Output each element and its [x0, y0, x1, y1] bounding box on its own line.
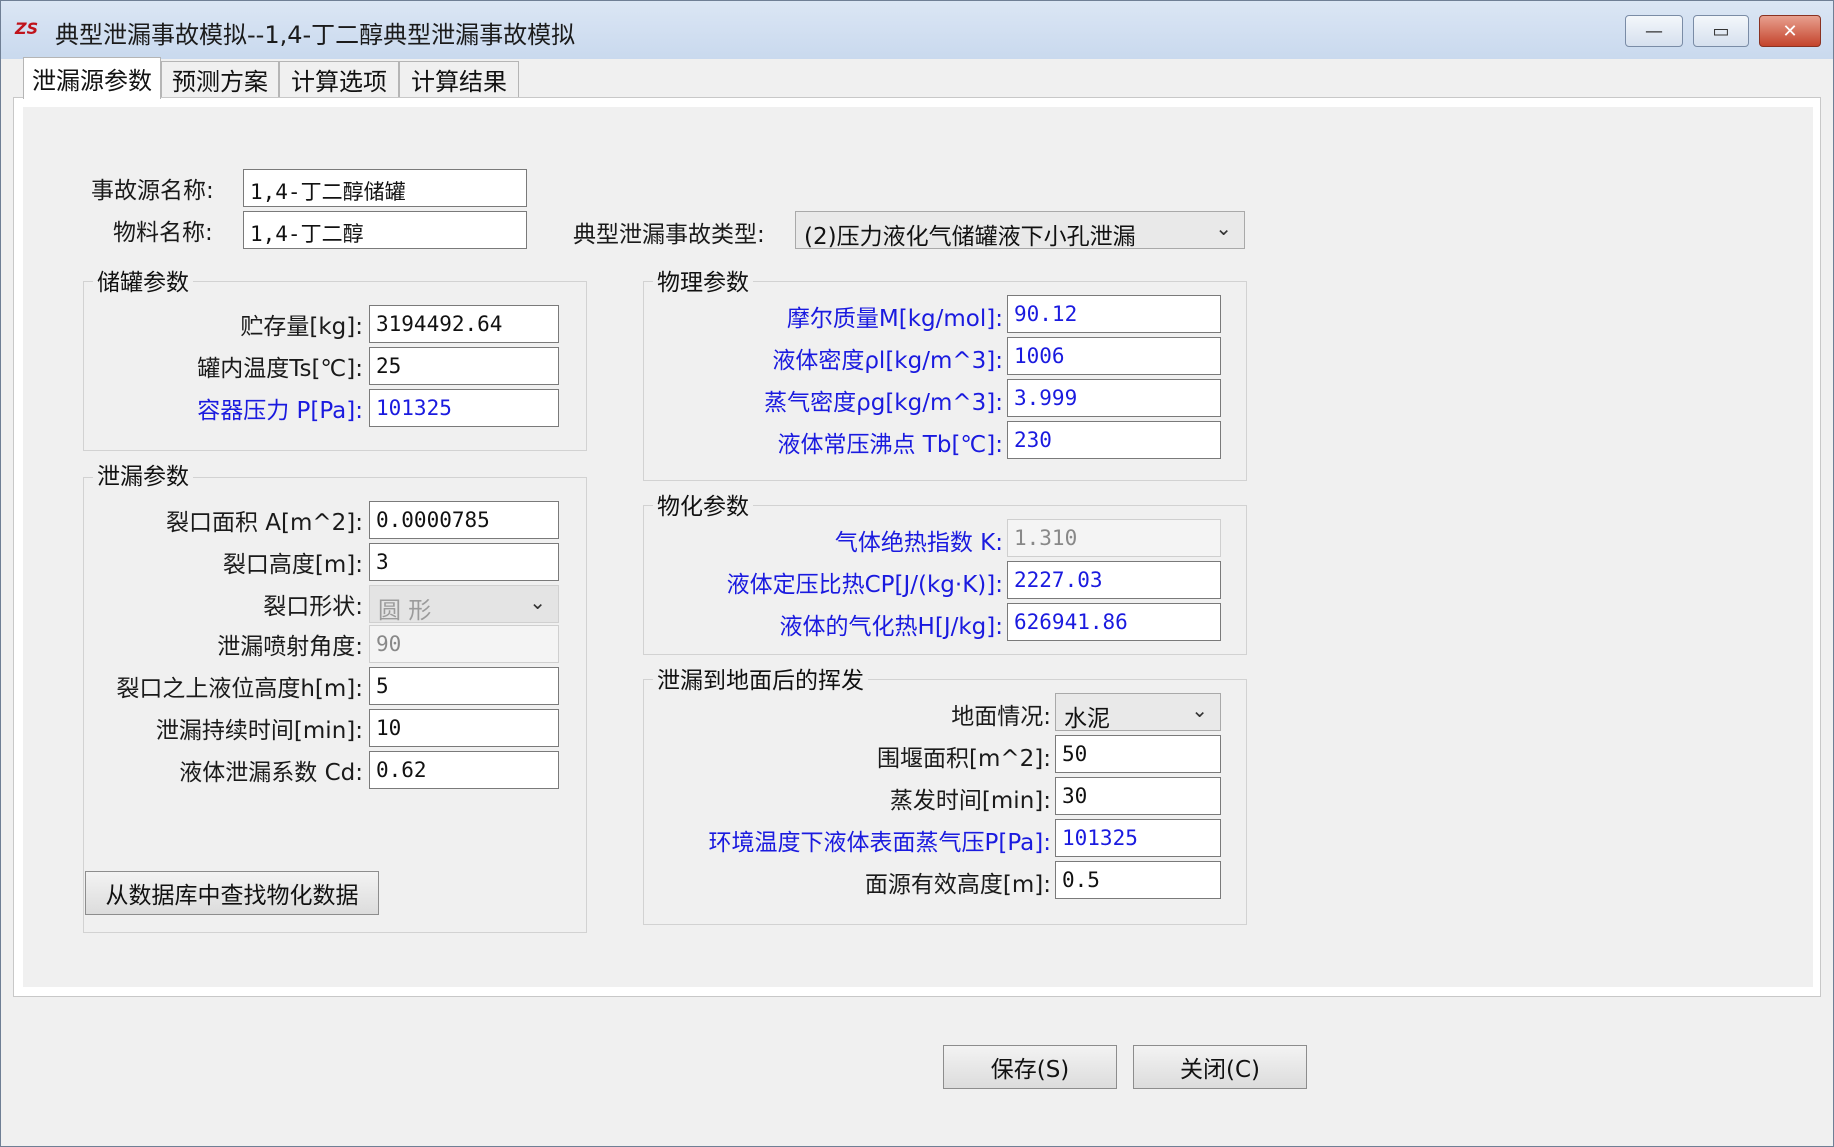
lookup-database-button[interactable]: 从数据库中查找物化数据 — [85, 871, 379, 915]
crack-area-input[interactable]: 0.0000785 — [369, 501, 559, 539]
vaporization-heat-label: 液体的气化热H[J/kg]: — [779, 614, 1003, 640]
specific-heat-input[interactable]: 2227.03 — [1007, 561, 1221, 599]
ground-condition-select[interactable]: 水泥 ⌄ — [1055, 693, 1221, 732]
close-icon: ✕ — [1782, 20, 1798, 42]
vaporization-heat-input[interactable]: 626941.86 — [1007, 603, 1221, 641]
adiabatic-index-label: 气体绝热指数 K: — [834, 530, 1003, 556]
crack-area-label: 裂口面积 A[m^2]: — [165, 510, 363, 536]
maximize-button[interactable]: ▭ — [1693, 15, 1749, 47]
ground-condition-label: 地面情况: — [951, 704, 1051, 730]
leak-duration-input[interactable]: 10 — [369, 709, 559, 747]
boiling-point-input[interactable]: 230 — [1007, 421, 1221, 459]
ground-condition-value: 水泥 — [1064, 706, 1110, 732]
vapor-density-input[interactable]: 3.999 — [1007, 379, 1221, 417]
liquid-level-input[interactable]: 5 — [369, 667, 559, 705]
chevron-down-icon: ⌄ — [1191, 698, 1208, 722]
boiling-point-label: 液体常压沸点 Tb[℃]: — [777, 432, 1004, 458]
source-name-input[interactable]: 1,4-丁二醇储罐 — [243, 169, 527, 207]
chevron-down-icon: ⌄ — [529, 590, 546, 614]
minimize-button[interactable]: — — [1625, 15, 1683, 47]
material-name-label: 物料名称: — [113, 220, 213, 246]
evaporation-time-label: 蒸发时间[min]: — [889, 788, 1051, 814]
specific-heat-label: 液体定压比热CP[J/(kg·K)]: — [726, 572, 1003, 598]
leak-source-form: 事故源名称: 1,4-丁二醇储罐 物料名称: 1,4-丁二醇 典型泄漏事故类型:… — [23, 107, 1813, 987]
storage-amount-label: 贮存量[kg]: — [240, 314, 363, 340]
chemical-params-title: 物化参数 — [653, 487, 753, 521]
material-name-input[interactable]: 1,4-丁二醇 — [243, 211, 527, 249]
physical-params-title: 物理参数 — [653, 263, 753, 297]
vessel-pressure-input[interactable]: 101325 — [369, 389, 559, 427]
crack-shape-label: 裂口形状: — [263, 594, 363, 620]
liquid-density-label: 液体密度ρl[kg/m^3]: — [772, 348, 1003, 374]
vapor-density-label: 蒸气密度ρg[kg/m^3]: — [764, 390, 1003, 416]
vapor-pressure-input[interactable]: 101325 — [1055, 819, 1221, 857]
maximize-icon: ▭ — [1712, 20, 1730, 42]
adiabatic-index-input: 1.310 — [1007, 519, 1221, 557]
title-bar[interactable]: ZS 典型泄漏事故模拟--1,4-丁二醇典型泄漏事故模拟 — ▭ ✕ — [1, 1, 1833, 59]
vessel-pressure-label: 容器压力 P[Pa]: — [197, 398, 363, 424]
tab-calc-options[interactable]: 计算选项 — [279, 61, 399, 97]
liquid-density-input[interactable]: 1006 — [1007, 337, 1221, 375]
accident-type-label: 典型泄漏事故类型: — [573, 222, 765, 248]
source-height-input[interactable]: 0.5 — [1055, 861, 1221, 899]
storage-amount-input[interactable]: 3194492.64 — [369, 305, 559, 343]
jet-angle-input: 90 — [369, 625, 559, 663]
tank-temp-input[interactable]: 25 — [369, 347, 559, 385]
leak-params-title: 泄漏参数 — [93, 457, 193, 491]
minimize-icon: — — [1645, 20, 1663, 42]
jet-angle-label: 泄漏喷射角度: — [217, 634, 363, 660]
close-window-button[interactable]: ✕ — [1759, 15, 1821, 47]
accident-type-select[interactable]: (2)压力液化气储罐液下小孔泄漏 ⌄ — [795, 211, 1245, 250]
molar-mass-label: 摩尔质量M[kg/mol]: — [786, 306, 1003, 332]
leak-duration-label: 泄漏持续时间[min]: — [155, 718, 363, 744]
crack-height-input[interactable]: 3 — [369, 543, 559, 581]
close-button[interactable]: 关闭(C) — [1133, 1045, 1307, 1089]
leak-coef-input[interactable]: 0.62 — [369, 751, 559, 789]
app-logo-icon: ZS — [15, 19, 39, 38]
window-title: 典型泄漏事故模拟--1,4-丁二醇典型泄漏事故模拟 — [55, 21, 576, 49]
bund-area-label: 围堰面积[m^2]: — [876, 746, 1051, 772]
accident-type-value: (2)压力液化气储罐液下小孔泄漏 — [804, 224, 1136, 250]
crack-shape-value: 圆 形 — [378, 598, 432, 624]
liquid-level-label: 裂口之上液位高度h[m]: — [116, 676, 363, 702]
molar-mass-input[interactable]: 90.12 — [1007, 295, 1221, 333]
tank-params-title: 储罐参数 — [93, 263, 193, 297]
evaporation-time-input[interactable]: 30 — [1055, 777, 1221, 815]
crack-height-label: 裂口高度[m]: — [222, 552, 363, 578]
source-height-label: 面源有效高度[m]: — [864, 872, 1051, 898]
vapor-pressure-label: 环境温度下液体表面蒸气压P[Pa]: — [708, 830, 1052, 856]
evaporation-title: 泄漏到地面后的挥发 — [653, 661, 868, 695]
save-button[interactable]: 保存(S) — [943, 1045, 1117, 1089]
bund-area-input[interactable]: 50 — [1055, 735, 1221, 773]
crack-shape-select: 圆 形 ⌄ — [369, 585, 559, 624]
leak-coef-label: 液体泄漏系数 Cd: — [179, 760, 363, 786]
dialog-window: ZS 典型泄漏事故模拟--1,4-丁二醇典型泄漏事故模拟 — ▭ ✕ 泄漏源参数… — [0, 0, 1834, 1147]
chevron-down-icon: ⌄ — [1215, 216, 1232, 240]
tab-forecast-plan[interactable]: 预测方案 — [161, 61, 279, 97]
source-name-label: 事故源名称: — [91, 178, 214, 204]
tab-calc-results[interactable]: 计算结果 — [399, 61, 519, 97]
tab-leak-source[interactable]: 泄漏源参数 — [23, 57, 161, 99]
tank-temp-label: 罐内温度Ts[℃]: — [197, 356, 363, 382]
